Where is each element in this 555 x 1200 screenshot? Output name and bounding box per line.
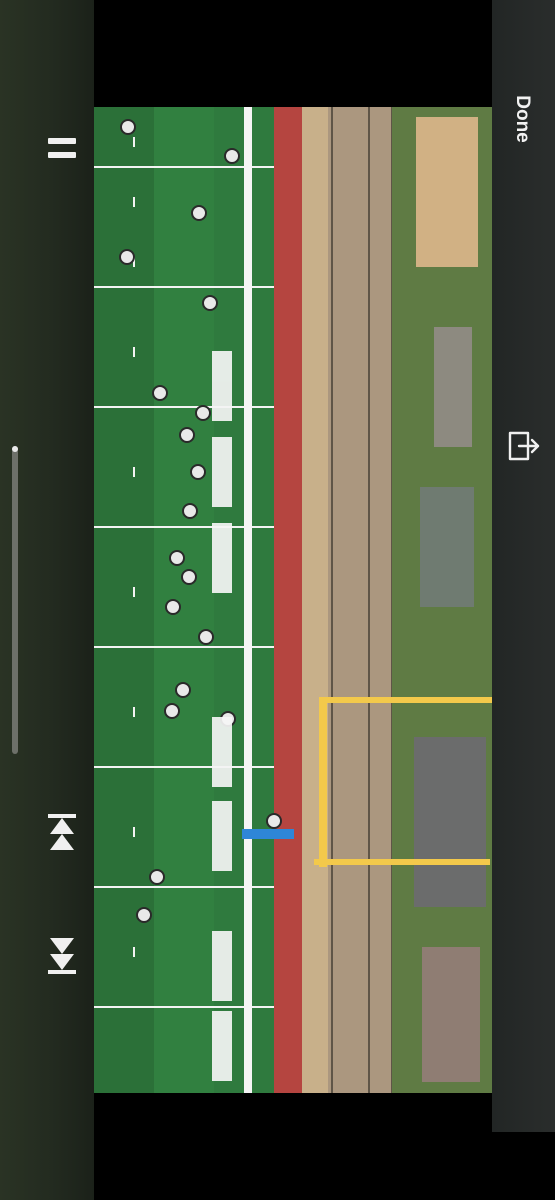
share-button[interactable]	[504, 425, 544, 467]
pause-icon-bar	[48, 152, 76, 158]
share-icon	[508, 431, 540, 461]
skip-forward-icon	[48, 938, 76, 974]
done-button[interactable]: Done	[505, 86, 539, 152]
skip-forward-button[interactable]	[48, 934, 76, 974]
video-frame[interactable]	[94, 107, 492, 1093]
right-control-rail	[492, 0, 555, 1132]
done-label: Done	[512, 95, 533, 143]
playback-progress-fill	[12, 446, 18, 453]
video-content	[94, 107, 492, 1093]
skip-back-icon	[48, 814, 76, 850]
playback-scrubber[interactable]	[12, 446, 18, 754]
pause-button[interactable]	[48, 138, 76, 162]
skip-back-button[interactable]	[48, 814, 76, 854]
pause-icon	[48, 138, 76, 144]
